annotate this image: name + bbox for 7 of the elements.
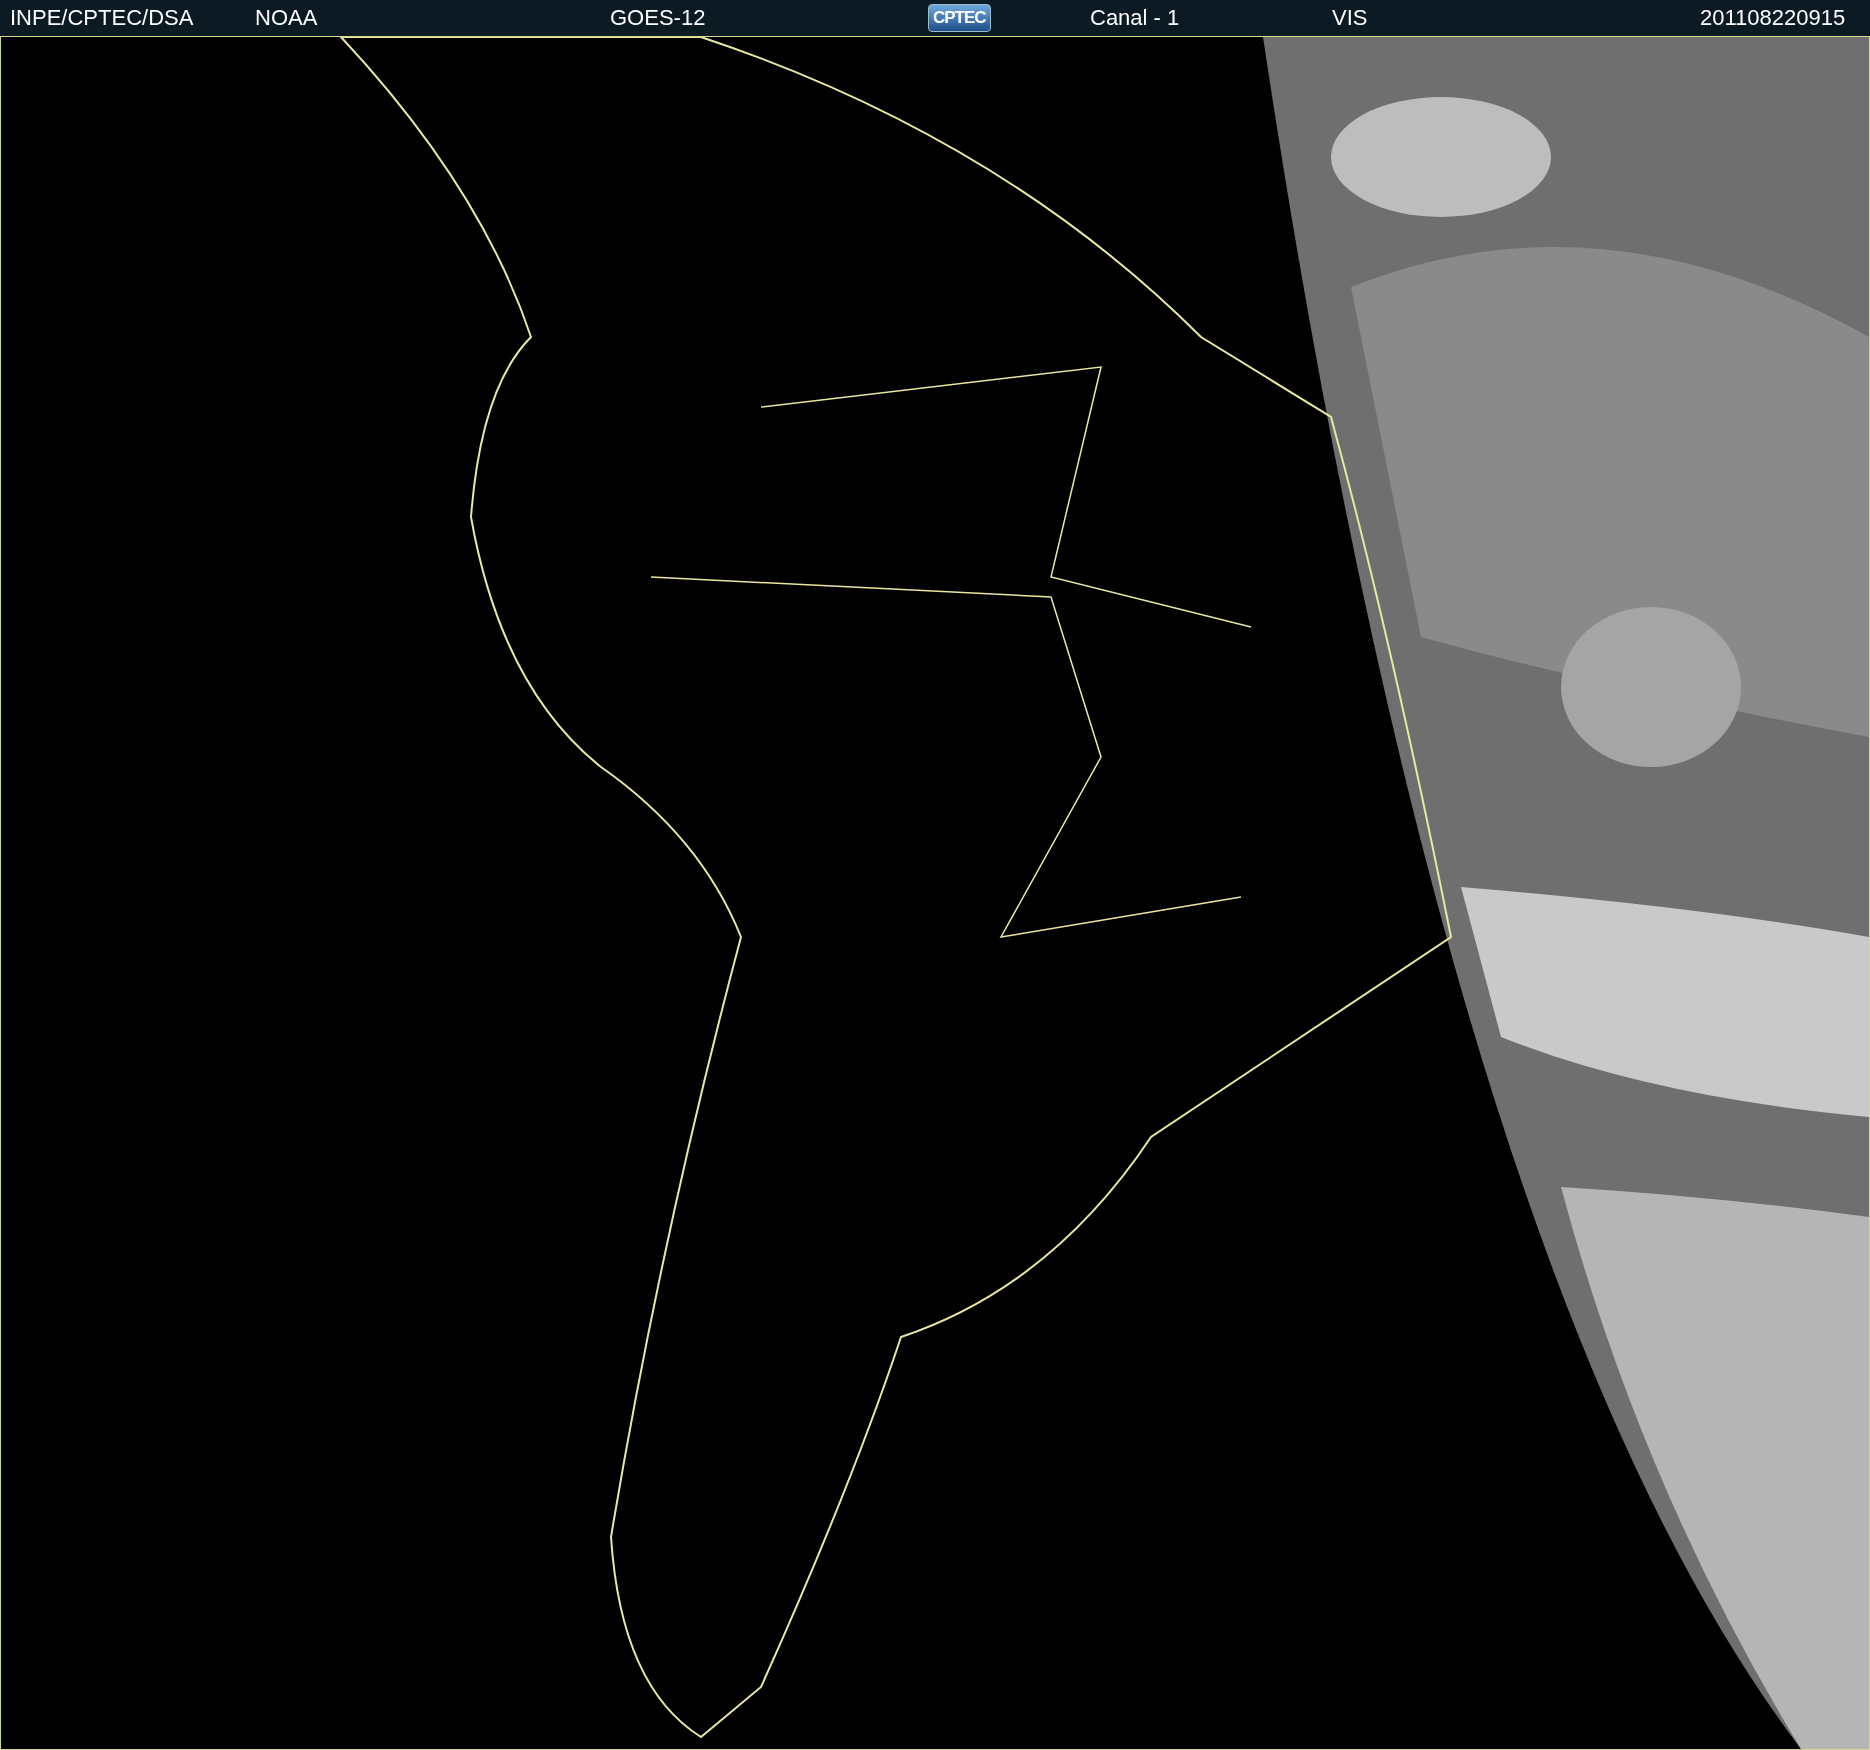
logo: CPTEC [928, 4, 991, 32]
header-label: INPE/CPTEC/DSA [10, 5, 194, 31]
header-label: 201108220915 [1700, 5, 1846, 31]
header-label: Canal - 1 [1090, 5, 1180, 31]
header-label: GOES-12 [610, 5, 706, 31]
header-label: NOAA [255, 5, 318, 31]
header-label: VIS [1332, 5, 1368, 31]
